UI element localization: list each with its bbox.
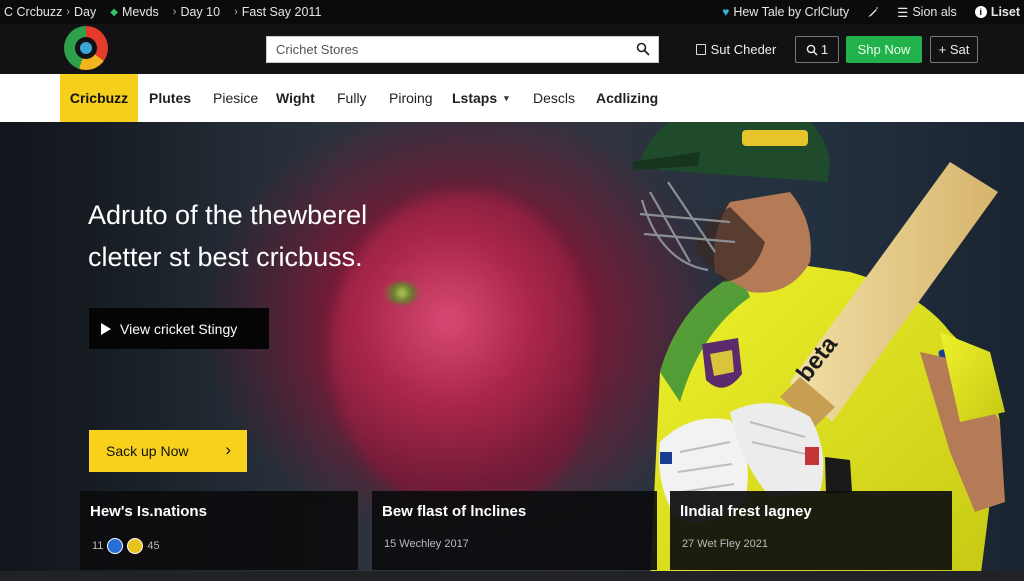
- edit-icon[interactable]: [867, 6, 879, 18]
- team-badge-icon: [127, 538, 144, 554]
- ticker-item-mevds[interactable]: ◆ Mevds: [110, 5, 159, 19]
- heart-icon: ♥: [722, 5, 730, 19]
- info-icon: i: [974, 6, 987, 18]
- scheduler-button[interactable]: Sut Cheder: [690, 36, 782, 63]
- nav-item-fully[interactable]: Fully: [337, 74, 367, 122]
- ticker-item-day10[interactable]: › Day 10: [173, 5, 220, 19]
- view-cricket-button[interactable]: View cricket Stingy: [89, 308, 269, 349]
- chevron-down-icon: ▾: [504, 92, 509, 103]
- nav-item-wight[interactable]: Wight: [276, 74, 315, 122]
- footer-strip: [0, 571, 1024, 581]
- sign-up-button[interactable]: Sack up Now ›: [89, 430, 247, 472]
- query-button[interactable]: 1: [795, 36, 839, 63]
- search-input[interactable]: [276, 42, 616, 57]
- nav-item-plutes[interactable]: Plutes: [149, 74, 191, 122]
- menu-icon: ☰: [897, 5, 909, 20]
- nav-item-brand[interactable]: Cricbuzz: [60, 74, 138, 122]
- nav-item-piesice[interactable]: Piesice: [213, 74, 258, 122]
- news-card[interactable]: Hew's Is.nations 11 45: [80, 491, 358, 570]
- top-ticker: C Crcbuzz › Day ◆ Mevds › Day 10 › Fast Say 2…: [0, 0, 1024, 24]
- scores-menu[interactable]: ☰ Sion als: [897, 5, 957, 20]
- live-dot-icon: ◆: [110, 6, 118, 18]
- search-icon[interactable]: [636, 42, 650, 56]
- team-badge-icon: [107, 538, 124, 554]
- chevron-right-icon: ›: [234, 6, 238, 18]
- nav-item-piroing[interactable]: Piroing: [389, 74, 433, 122]
- list-link[interactable]: i Liset: [974, 5, 1020, 19]
- hero-headline: Adruto of the thewberel cletter st best …: [88, 200, 368, 272]
- chevron-right-icon: ›: [225, 440, 231, 459]
- chevron-right-icon: ›: [66, 6, 71, 18]
- site-header: Sut Cheder 1 Shp Now + Sat: [0, 24, 1024, 74]
- hero-banner: Adruto of the thewberel cletter st best …: [0, 122, 1024, 581]
- ticker-tale-link[interactable]: ♥ Hew Tale by CrlCluty: [722, 5, 849, 19]
- cricbuzz-page: C Crcbuzz › Day ◆ Mevds › Day 10 › Fast Say 2…: [0, 0, 1024, 581]
- ticker-item-home[interactable]: C Crcbuzz › Day: [4, 5, 96, 19]
- calendar-icon: [695, 44, 706, 55]
- shop-now-button[interactable]: Shp Now: [846, 36, 922, 63]
- ticker-item-fast[interactable]: › Fast Say 2011: [234, 5, 321, 19]
- nav-item-lstaps[interactable]: Lstaps ▾: [452, 74, 509, 122]
- play-icon: [101, 322, 111, 335]
- search-box: [266, 36, 659, 63]
- news-card[interactable]: Bew flast of lnclines 15 Wechley 2017: [372, 491, 657, 570]
- chevron-right-icon: ›: [172, 6, 177, 18]
- nav-item-descls[interactable]: Descls: [533, 74, 575, 122]
- cricbuzz-logo[interactable]: [64, 26, 108, 70]
- news-card[interactable]: lIndial frest lagney 27 Wet Fley 2021: [670, 491, 952, 570]
- nav-item-acdlizing[interactable]: Acdlizing: [596, 74, 658, 122]
- main-nav: Cricbuzz Plutes Piesice Wight Fully Piro…: [0, 74, 1024, 122]
- search-small-icon: [806, 44, 818, 56]
- set-button[interactable]: + Sat: [930, 36, 978, 63]
